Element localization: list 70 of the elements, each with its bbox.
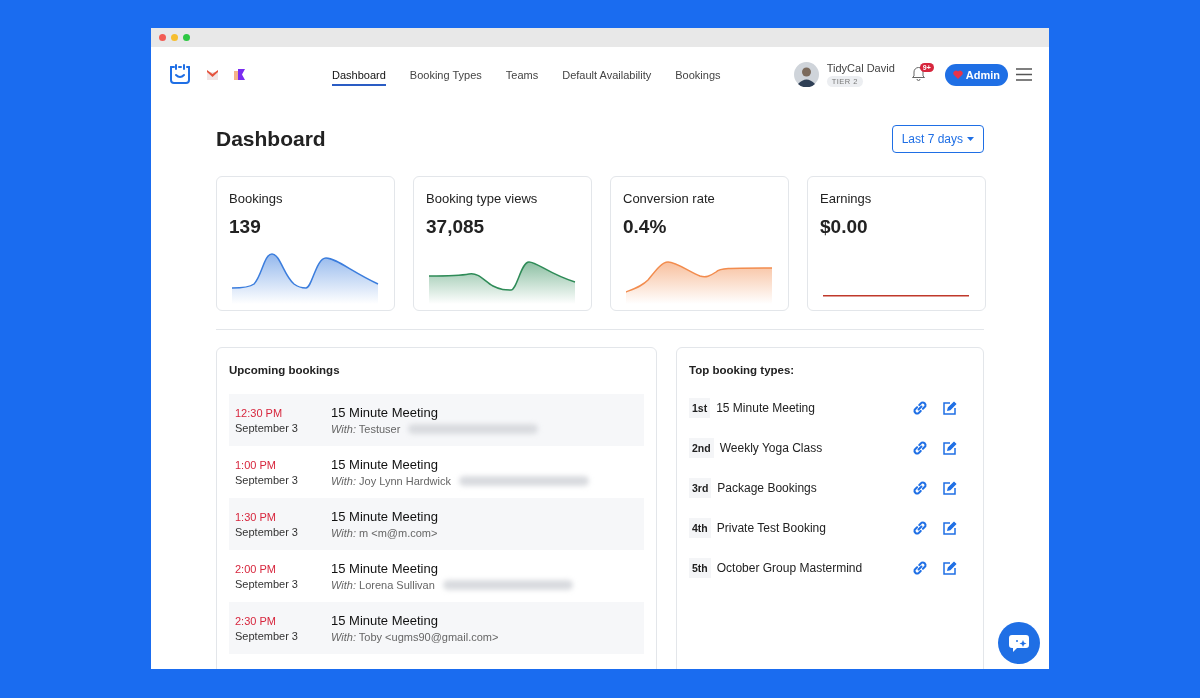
link-icon[interactable] [912, 480, 928, 496]
caret-icon [967, 136, 974, 141]
nav-tab[interactable]: Booking Types [409, 47, 482, 102]
stat-label: Conversion rate [623, 191, 715, 206]
rank-badge: 1st [689, 398, 711, 418]
nav-tab[interactable]: Bookings [675, 47, 721, 102]
stat-value: $0.00 [820, 216, 868, 238]
booking-attendee: With: Lorena Sullivan [331, 579, 435, 591]
stat-value: 37,085 [426, 216, 485, 238]
close-window-dot[interactable] [159, 34, 166, 41]
edit-icon[interactable] [942, 400, 957, 416]
booking-time: 1:30 PM [235, 510, 277, 523]
booking-time: 12:30 PM [235, 406, 284, 419]
menu-icon[interactable] [1016, 68, 1032, 81]
user-name: TidyCal David [826, 62, 895, 74]
booking-title: 15 Minute Meeting [331, 613, 439, 628]
booking-date: September 3 [235, 525, 299, 538]
booking-attendee: With: Toby <ugms90@gmail.com> [331, 631, 499, 643]
date-range-dropdown[interactable]: Last 7 days [891, 124, 984, 153]
panel-title: Top booking types: [689, 364, 795, 376]
edit-icon[interactable] [942, 520, 957, 536]
booking-title: 15 Minute Meeting [331, 457, 439, 472]
booking-type-name: October Group Mastermind [716, 561, 864, 575]
app-switch-icon[interactable] [233, 68, 246, 81]
maximize-window-dot[interactable] [183, 34, 190, 41]
booking-time: 2:00 PM [235, 562, 277, 575]
link-icon[interactable] [912, 440, 928, 456]
booking-time: 2:30 PM [235, 614, 277, 627]
page-title: Dashboard [216, 126, 326, 151]
booking-type-name: 15 Minute Meeting [716, 401, 816, 415]
nav-tab[interactable]: Dashboard [332, 47, 386, 102]
booking-date: September 3 [235, 473, 299, 486]
booking-date: September 3 [235, 421, 299, 434]
admin-button[interactable]: Admin [944, 63, 1008, 86]
rank-badge: 3rd [689, 478, 712, 498]
calendar-logo-icon[interactable] [168, 63, 192, 86]
edit-icon[interactable] [942, 440, 957, 456]
booking-attendee: With: Joy Lynn Hardwick [331, 475, 451, 487]
nav-tab[interactable]: Default Availability [562, 47, 652, 102]
minimize-window-dot[interactable] [171, 34, 178, 41]
booking-date: September 3 [235, 577, 299, 590]
booking-type-name: Weekly Yoga Class [719, 441, 824, 455]
stat-value: 0.4% [623, 216, 667, 238]
stat-label: Booking type views [426, 191, 538, 206]
booking-attendee: With: Testuser [331, 423, 401, 435]
link-icon[interactable] [912, 400, 928, 416]
edit-icon[interactable] [942, 560, 957, 576]
heart-icon [952, 70, 963, 79]
link-icon[interactable] [912, 560, 928, 576]
stat-value: 139 [229, 216, 261, 238]
booking-type-name: Package Bookings [717, 481, 818, 495]
booking-title: 15 Minute Meeting [331, 509, 438, 524]
stat-label: Bookings [229, 191, 283, 206]
panel-title: Upcoming bookings [229, 364, 340, 376]
booking-title: 15 Minute Meeting [331, 561, 439, 576]
edit-icon[interactable] [942, 480, 957, 496]
envelope-app-icon[interactable] [206, 68, 219, 81]
booking-type-name: Private Test Booking [716, 521, 827, 535]
booking-attendee: With: m <m@m.com> [331, 527, 438, 539]
rank-badge: 2nd [689, 438, 714, 458]
booking-date: September 3 [235, 629, 299, 642]
link-icon[interactable] [912, 520, 928, 536]
nav-tab[interactable]: Teams [505, 47, 539, 102]
booking-title: 15 Minute Meeting [331, 405, 439, 420]
stat-label: Earnings [820, 191, 872, 206]
chat-bubble-icon [1008, 633, 1030, 653]
rank-badge: 5th [689, 558, 711, 578]
avatar[interactable] [793, 62, 819, 87]
booking-time: 1:00 PM [235, 458, 277, 471]
rank-badge: 4th [689, 518, 711, 538]
